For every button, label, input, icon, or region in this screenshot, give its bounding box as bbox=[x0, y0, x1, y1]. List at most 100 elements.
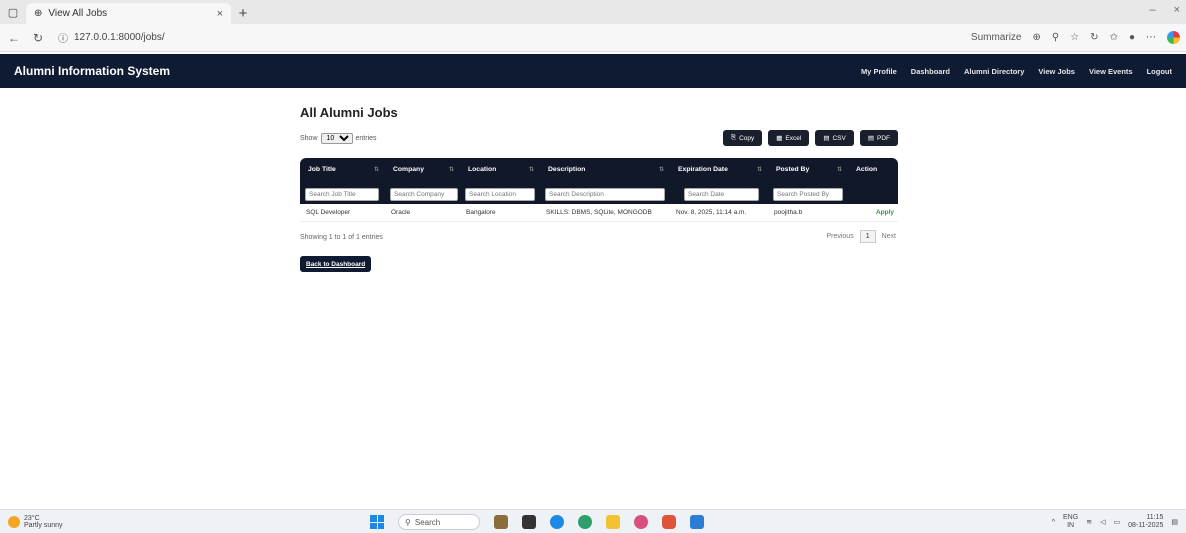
brave-icon[interactable] bbox=[662, 515, 676, 529]
language-indicator[interactable]: ENG IN bbox=[1063, 514, 1078, 530]
page-title: All Alumni Jobs bbox=[300, 105, 398, 120]
filter-cell bbox=[460, 183, 540, 201]
cell-location: Bangalore bbox=[466, 209, 496, 216]
header-description[interactable]: Description ⇅ bbox=[540, 166, 670, 173]
tab-title: View All Jobs bbox=[48, 8, 108, 19]
clock[interactable]: 11:15 08-11-2025 bbox=[1128, 514, 1163, 530]
copy-label: Copy bbox=[739, 134, 755, 142]
close-window-button[interactable]: × bbox=[1174, 4, 1180, 16]
profile-icon[interactable]: ● bbox=[1129, 32, 1135, 43]
region-code: IN bbox=[1067, 522, 1075, 529]
show-label: Show bbox=[300, 135, 318, 142]
volume-icon[interactable]: ◁ bbox=[1100, 518, 1105, 526]
header-label: Posted By bbox=[776, 165, 810, 173]
battery-icon[interactable]: ▭ bbox=[1113, 518, 1120, 526]
excel-label: Excel bbox=[785, 134, 802, 142]
nav-alumni-directory[interactable]: Alumni Directory bbox=[964, 67, 1024, 76]
cell-description: SKILLS: DBMS, SQLite, MONGODB bbox=[546, 209, 652, 216]
url-text: 127.0.0.1:8000/jobs/ bbox=[74, 32, 165, 43]
previous-page-button[interactable]: Previous bbox=[826, 233, 853, 240]
summarize-button[interactable]: Summarize bbox=[971, 32, 1022, 43]
pdf-button[interactable]: ▤ PDF bbox=[859, 130, 898, 146]
header-label: Location bbox=[468, 165, 497, 173]
main-content: All Alumni Jobs Show 10 entries ⎘ Copy ▦ E… bbox=[300, 105, 900, 272]
sort-icon: ⇅ bbox=[528, 166, 534, 173]
csv-button[interactable]: ▤ CSV bbox=[815, 130, 854, 146]
taskbar-search[interactable]: ⚲ Search bbox=[398, 514, 480, 530]
file-explorer-icon[interactable] bbox=[606, 515, 620, 529]
page-1-button[interactable]: 1 bbox=[859, 230, 876, 243]
sort-icon: ⇅ bbox=[658, 166, 664, 173]
header-action: Action bbox=[848, 166, 898, 173]
nav-dashboard[interactable]: Dashboard bbox=[911, 67, 950, 76]
weather-desc: Partly sunny bbox=[24, 521, 63, 529]
nav-logout[interactable]: Logout bbox=[1147, 67, 1172, 76]
nav-view-events[interactable]: View Events bbox=[1089, 67, 1133, 76]
filter-job-title-input[interactable] bbox=[305, 188, 379, 201]
favorites-icon[interactable]: ✩ bbox=[1110, 32, 1118, 43]
cell-expiration-date: Nov. 8, 2025, 11:14 a.m. bbox=[676, 209, 747, 216]
window-menu-icon[interactable]: ▢ bbox=[0, 0, 26, 24]
time: 11:15 bbox=[1146, 514, 1164, 521]
new-tab-button[interactable]: + bbox=[231, 3, 255, 24]
minimize-button[interactable]: – bbox=[1149, 4, 1155, 16]
copy-button[interactable]: ⎘ Copy bbox=[722, 130, 763, 146]
pagination: Previous 1 Next bbox=[826, 230, 896, 243]
filter-cell bbox=[768, 183, 848, 201]
app-icon[interactable] bbox=[634, 515, 648, 529]
brand-title[interactable]: Alumni Information System bbox=[14, 64, 170, 78]
next-page-button[interactable]: Next bbox=[882, 233, 896, 240]
sort-icon: ⇅ bbox=[373, 166, 379, 173]
chevron-up-icon[interactable]: ^ bbox=[1052, 519, 1055, 526]
apply-link[interactable]: Apply bbox=[848, 209, 898, 216]
tab-close-button[interactable]: × bbox=[217, 8, 223, 20]
nav-view-jobs[interactable]: View Jobs bbox=[1038, 67, 1075, 76]
entries-label: entries bbox=[355, 135, 377, 142]
filter-description-input[interactable] bbox=[545, 188, 665, 201]
header-label: Expiration Date bbox=[678, 165, 728, 173]
filter-date-input[interactable] bbox=[684, 188, 759, 201]
filter-cell bbox=[540, 183, 670, 201]
header-job-title[interactable]: Job Title ⇅ bbox=[300, 166, 385, 173]
header-company[interactable]: Company ⇅ bbox=[385, 166, 460, 173]
cell-company: Oracle bbox=[391, 209, 411, 216]
back-arrow-icon[interactable]: ← bbox=[6, 31, 22, 45]
nav-my-profile[interactable]: My Profile bbox=[861, 67, 897, 76]
zoom-icon[interactable]: ⚲ bbox=[1052, 32, 1059, 43]
filter-location-input[interactable] bbox=[465, 188, 535, 201]
favorite-star-icon[interactable]: ☆ bbox=[1070, 32, 1079, 43]
task-view-icon[interactable] bbox=[522, 515, 536, 529]
more-menu-icon[interactable]: ⋯ bbox=[1146, 32, 1156, 43]
back-to-dashboard-button[interactable]: Back to Dashboard bbox=[300, 256, 372, 272]
vscode-icon[interactable] bbox=[690, 515, 704, 529]
sort-icon: ⇅ bbox=[448, 166, 454, 173]
csv-label: CSV bbox=[832, 134, 846, 142]
search-icon: ⚲ bbox=[405, 517, 411, 527]
url-field[interactable]: ⓘ 127.0.0.1:8000/jobs/ bbox=[58, 30, 165, 45]
refresh-icon[interactable]: ↻ bbox=[1090, 32, 1098, 43]
system-tray: ^ ENG IN ≋ ◁ ▭ 11:15 08-11-2025 ▤ bbox=[1052, 514, 1178, 530]
wifi-icon[interactable]: ≋ bbox=[1086, 518, 1092, 526]
filter-company-input[interactable] bbox=[390, 188, 458, 201]
chat-icon[interactable] bbox=[578, 515, 592, 529]
info-icon: ⓘ bbox=[58, 34, 68, 45]
header-posted-by[interactable]: Posted By ⇅ bbox=[768, 166, 848, 173]
filter-posted-by-input[interactable] bbox=[773, 188, 843, 201]
excel-button[interactable]: ▦ Excel bbox=[768, 130, 810, 146]
reader-icon[interactable]: ⊕ bbox=[1032, 32, 1040, 43]
notification-icon[interactable]: ▤ bbox=[1171, 518, 1178, 526]
edge-icon[interactable] bbox=[550, 515, 564, 529]
start-button[interactable] bbox=[370, 515, 384, 529]
browser-tab[interactable]: ⊕ View All Jobs × bbox=[26, 3, 231, 24]
globe-icon: ⊕ bbox=[34, 8, 43, 19]
address-bar: ← ↻ ⓘ 127.0.0.1:8000/jobs/ Summarize ⊕ ⚲… bbox=[0, 24, 1186, 52]
header-location[interactable]: Location ⇅ bbox=[460, 166, 540, 173]
window-controls: – × bbox=[1149, 4, 1180, 16]
weather-widget[interactable]: 23°C Partly sunny bbox=[8, 515, 63, 529]
weather-temp: 23°C bbox=[24, 514, 40, 522]
entries-select[interactable]: 10 bbox=[320, 133, 353, 144]
copilot-icon[interactable] bbox=[1167, 31, 1180, 44]
header-expiration-date[interactable]: Expiration Date ⇅ bbox=[670, 166, 768, 173]
reload-icon[interactable]: ↻ bbox=[30, 31, 46, 45]
app-icon[interactable] bbox=[494, 515, 508, 529]
